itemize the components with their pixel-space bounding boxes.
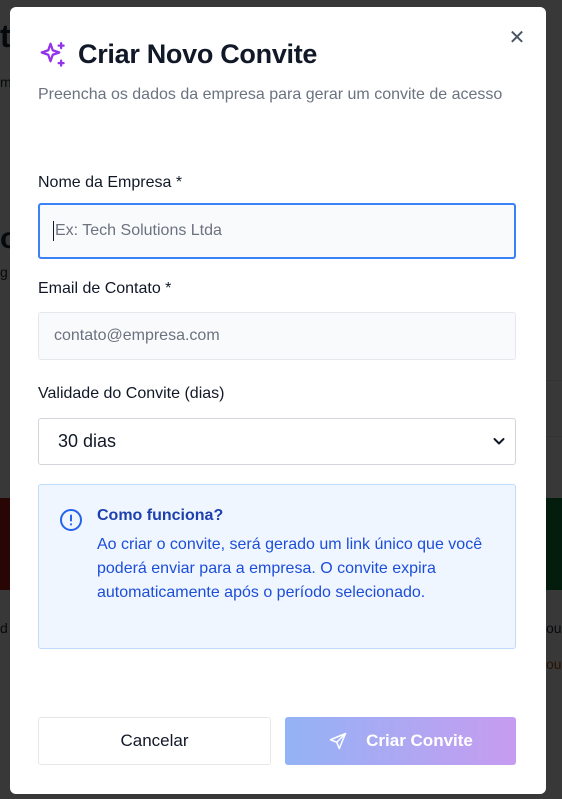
contact-email-input[interactable]: contato@empresa.com [38, 312, 516, 360]
validity-select[interactable]: 30 dias [38, 418, 516, 465]
info-circle-icon [60, 509, 82, 531]
contact-email-placeholder: contato@empresa.com [54, 327, 220, 344]
cancel-button[interactable]: Cancelar [38, 717, 271, 765]
dialog-header: Criar Novo Convite [38, 39, 317, 70]
send-icon [329, 732, 347, 750]
create-invite-dialog: ✕ Criar Novo Convite Preencha os dados d… [10, 7, 546, 794]
dialog-subtitle: Preencha os dados da empresa para gerar … [38, 86, 503, 103]
chevron-down-icon [493, 438, 505, 445]
create-invite-button-label: Criar Convite [366, 731, 473, 750]
close-icon[interactable]: ✕ [508, 28, 526, 48]
company-name-input[interactable]: Ex: Tech Solutions Ltda [38, 203, 516, 259]
create-invite-button[interactable]: Criar Convite [285, 717, 516, 765]
info-title: Como funciona? [97, 507, 224, 524]
company-name-label: Nome da Empresa * [38, 174, 183, 191]
dialog-title: Criar Novo Convite [78, 39, 318, 69]
info-box: Como funciona? Ao criar o convite, será … [38, 484, 516, 649]
company-name-placeholder: Ex: Tech Solutions Ltda [55, 222, 222, 239]
validity-selected-value: 30 dias [58, 431, 117, 451]
contact-email-label: Email de Contato * [38, 280, 172, 297]
cancel-button-label: Cancelar [120, 731, 189, 750]
info-body: Ao criar o convite, será gerado um link … [97, 536, 483, 601]
sparkles-icon [40, 41, 65, 67]
validity-label: Validade do Convite (dias) [38, 385, 225, 402]
text-caret [53, 221, 54, 241]
